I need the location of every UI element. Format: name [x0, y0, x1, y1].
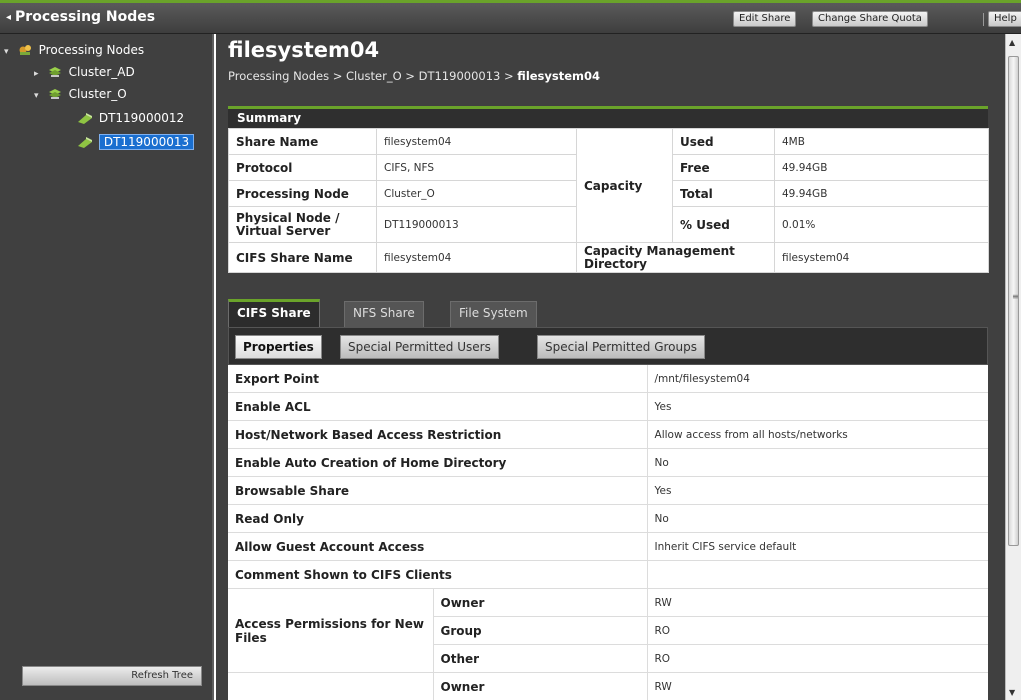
top-bar: ◂ Processing Nodes Edit Share Change Shar… [0, 0, 1021, 34]
share-name-value: filesystem04 [376, 128, 577, 155]
grip-icon: ≡ [1012, 292, 1019, 301]
physical-node-value: DT119000013 [376, 206, 577, 243]
table-row: Export Point/mnt/filesystem04 [228, 365, 989, 393]
refresh-tree-button[interactable]: Refresh Tree [22, 666, 202, 686]
tab-properties[interactable]: Properties [235, 335, 322, 359]
table-row: Owner RW [228, 672, 989, 700]
table-row: Enable ACL Yes [228, 392, 989, 421]
used-label: Used [672, 128, 775, 155]
cifs-share-name-label: CIFS Share Name [228, 242, 377, 273]
scroll-up-icon[interactable]: ▲ [1009, 38, 1015, 47]
help-button[interactable]: Help [988, 11, 1021, 27]
panel-title[interactable]: ◂ Processing Nodes [6, 9, 155, 25]
processing-node-value: Cluster_O [376, 180, 577, 207]
table-row: Comment Shown to CIFS Clients [228, 560, 989, 589]
capacity-label: Capacity [576, 128, 673, 243]
processing-node-label: Processing Node [228, 180, 377, 207]
scrollbar-thumb[interactable]: ≡ [1008, 56, 1019, 546]
total-label: Total [672, 180, 775, 207]
tree-item-cluster-ad[interactable]: ▸ Cluster_AD [34, 62, 135, 82]
tree-item-cluster-o[interactable]: ▾ Cluster_O [34, 84, 127, 104]
table-row: Access Permissions for New Files Owner R… [228, 588, 989, 673]
tree-item-node-dt119000012[interactable]: DT119000012 [78, 108, 184, 128]
tab-nfs-share[interactable]: NFS Share [344, 301, 424, 327]
table-row: Enable Auto Creation of Home Directory No [228, 448, 989, 477]
protocol-value: CIFS, NFS [376, 154, 577, 181]
free-label: Free [672, 154, 775, 181]
total-value: 49.94GB [774, 180, 989, 207]
tree-item-processing-nodes[interactable]: ▾ Processing Nodes [4, 40, 144, 60]
vertical-scrollbar[interactable]: ▲ ≡ ▼ [1005, 34, 1021, 700]
summary-header: Summary [228, 106, 988, 128]
pct-used-label: % Used [672, 206, 775, 243]
capacity-mgmt-dir-label: Capacity Management Directory [576, 242, 775, 273]
breadcrumb-current: filesystem04 [517, 69, 601, 83]
cifs-share-name-value: filesystem04 [376, 242, 577, 273]
expand-arrow-icon[interactable]: ▾ [34, 86, 44, 106]
breadcrumb: Processing Nodes > Cluster_O > DT1190000… [228, 69, 601, 83]
share-tabs: CIFS Share NFS Share File System [228, 299, 988, 328]
capacity-mgmt-dir-value: filesystem04 [774, 242, 989, 273]
table-row: Allow Guest Account Access Inherit CIFS s… [228, 532, 989, 561]
tree-item-node-dt119000013[interactable]: DT119000013 [78, 132, 195, 152]
main-panel: filesystem04 Processing Nodes > Cluster_… [216, 34, 1005, 700]
access-permissions-new-files-label: Access Permissions for New Files [228, 588, 433, 673]
protocol-label: Protocol [228, 154, 377, 181]
properties-table: Export Point/mnt/filesystem04 Enable ACL… [228, 365, 989, 700]
collapse-arrow-icon[interactable]: ◂ [6, 12, 11, 23]
physical-node-label: Physical Node / Virtual Server [228, 206, 377, 243]
pct-used-value: 0.01% [774, 206, 989, 243]
tab-cifs-share[interactable]: CIFS Share [228, 299, 320, 328]
table-row: Browsable Share Yes [228, 476, 989, 505]
change-share-quota-button[interactable]: Change Share Quota [812, 11, 928, 27]
tab-file-system[interactable]: File System [450, 301, 537, 327]
tab-special-permitted-users[interactable]: Special Permitted Users [340, 335, 499, 359]
subtabs-bar: Properties Special Permitted Users Speci… [228, 327, 988, 365]
breadcrumb-processing-nodes[interactable]: Processing Nodes [228, 69, 329, 83]
page-title: filesystem04 [228, 38, 380, 62]
cluster-icon [48, 66, 61, 77]
scroll-down-icon[interactable]: ▼ [1009, 688, 1015, 697]
expand-arrow-icon[interactable]: ▾ [4, 42, 14, 62]
table-row: Host/Network Based Access Restriction All… [228, 420, 989, 449]
sidebar-tree: ▾ Processing Nodes ▸ Cluster_AD ▾ Cluste… [0, 34, 214, 700]
breadcrumb-cluster[interactable]: Cluster_O [346, 69, 402, 83]
table-row: Read Only No [228, 504, 989, 533]
expand-arrow-icon[interactable]: ▸ [34, 64, 44, 84]
free-value: 49.94GB [774, 154, 989, 181]
cluster-icon [48, 88, 61, 99]
node-icon [78, 136, 92, 148]
node-icon [78, 112, 92, 124]
tab-special-permitted-groups[interactable]: Special Permitted Groups [537, 335, 705, 359]
processing-nodes-icon [19, 44, 31, 55]
toolbar-divider [983, 13, 984, 26]
breadcrumb-node[interactable]: DT119000013 [419, 69, 501, 83]
edit-share-button[interactable]: Edit Share [733, 11, 797, 27]
summary-table: Share Name filesystem04 Capacity Used 4M… [228, 128, 989, 273]
share-name-label: Share Name [228, 128, 377, 155]
used-value: 4MB [774, 128, 989, 155]
